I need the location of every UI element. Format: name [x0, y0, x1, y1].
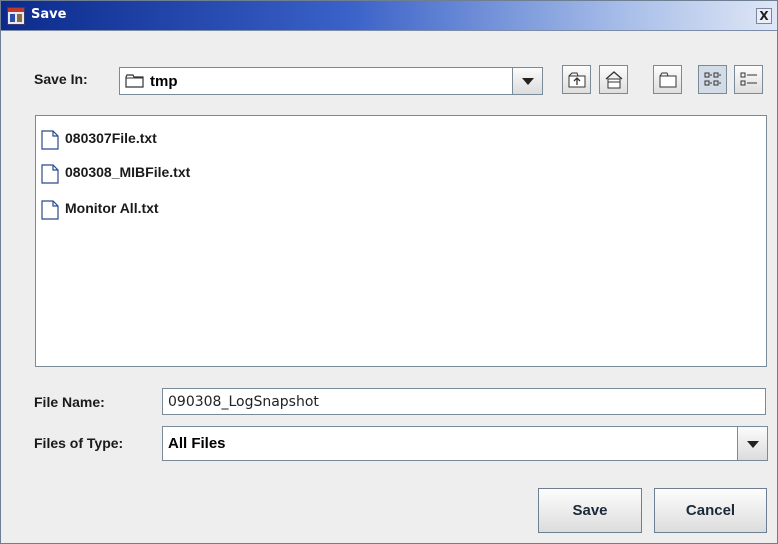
save-dialog: Save X Save In: tmp 080307File.txt 08030… [0, 0, 778, 544]
save-in-dropdown-button[interactable] [512, 68, 542, 94]
cancel-button[interactable]: Cancel [654, 488, 767, 533]
file-name-label: Monitor All.txt [65, 200, 159, 216]
home-button[interactable] [599, 65, 628, 94]
file-name-input[interactable] [165, 391, 763, 412]
window-title: Save [31, 7, 67, 22]
save-in-combo[interactable]: tmp [119, 67, 543, 95]
home-icon [605, 71, 623, 89]
close-icon[interactable]: X [756, 8, 772, 24]
files-of-type-dropdown-button[interactable] [737, 427, 767, 460]
files-of-type-combo[interactable]: All Files [162, 426, 768, 461]
file-name-label: 080307File.txt [65, 130, 157, 146]
chevron-down-icon [522, 78, 534, 85]
title-bar[interactable]: Save X [1, 1, 777, 31]
new-folder-icon [659, 72, 677, 88]
details-view-icon [740, 72, 757, 86]
up-one-level-button[interactable] [562, 65, 591, 94]
list-view-icon [704, 72, 721, 86]
app-icon [7, 7, 25, 25]
list-view-button[interactable] [698, 65, 727, 94]
up-folder-icon [568, 72, 586, 88]
files-of-type-value: All Files [168, 435, 226, 452]
file-name-label: File Name: [34, 394, 105, 410]
file-name-label: 080308_MIBFile.txt [65, 164, 191, 180]
file-icon [41, 164, 59, 187]
save-button[interactable]: Save [538, 488, 642, 533]
new-folder-button[interactable] [653, 65, 682, 94]
folder-icon [125, 73, 145, 92]
file-name-field[interactable] [162, 388, 766, 415]
file-icon [41, 200, 59, 223]
details-view-button[interactable] [734, 65, 763, 94]
chevron-down-icon [747, 440, 759, 448]
save-in-label: Save In: [34, 71, 88, 87]
file-list[interactable]: 080307File.txt 080308_MIBFile.txt Monito… [35, 115, 767, 367]
files-of-type-label: Files of Type: [34, 435, 124, 451]
save-in-value: tmp [150, 73, 178, 90]
file-icon [41, 130, 59, 153]
